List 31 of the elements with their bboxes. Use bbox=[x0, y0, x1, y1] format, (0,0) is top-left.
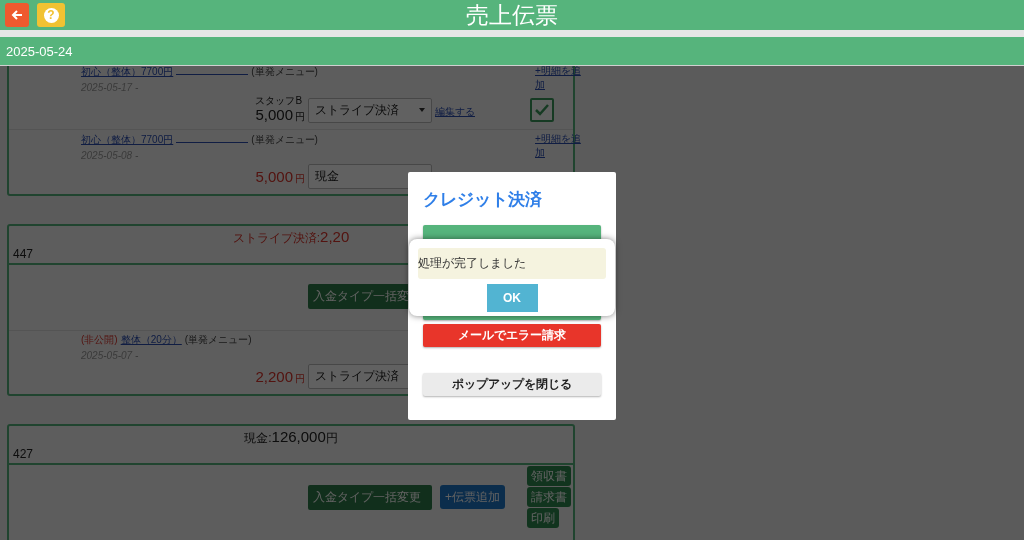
checkbox[interactable] bbox=[530, 98, 554, 122]
page-title: 売上伝票 bbox=[466, 0, 558, 30]
edit-link[interactable]: 編集する bbox=[435, 106, 475, 117]
dialog-title: クレジット決済 bbox=[423, 189, 543, 211]
price: 5,000 円 bbox=[255, 167, 305, 186]
help-button[interactable]: ? bbox=[37, 3, 65, 27]
payment-summary: ストライプ決済:2,20 bbox=[232, 228, 350, 247]
price: 5,000 円 bbox=[255, 106, 305, 124]
back-button[interactable] bbox=[5, 3, 29, 27]
payment-summary: 現金:126,000円 bbox=[244, 428, 338, 447]
menu-link[interactable]: 初心（整体）7700円 bbox=[81, 66, 174, 79]
payment-select[interactable]: ストライプ決済 bbox=[308, 97, 432, 123]
back-arrow-icon bbox=[11, 9, 23, 21]
caret-icon bbox=[419, 108, 425, 112]
dialog-button[interactable]: ポップアップを閉じる bbox=[423, 373, 601, 396]
date-text: 2025-05-24 bbox=[6, 43, 73, 59]
menu-link[interactable]: 初心（整体）7700円 bbox=[81, 133, 174, 147]
alert-message: 処理が完了しました bbox=[418, 248, 606, 279]
price: 2,200 円 bbox=[255, 367, 305, 386]
slip-number: 427 bbox=[13, 447, 34, 461]
document-button[interactable]: 領収書 bbox=[527, 466, 571, 486]
dialog-button[interactable]: メールでエラー請求 bbox=[423, 324, 601, 347]
menu-link[interactable]: 整体（20分） bbox=[120, 333, 182, 347]
private-label: (非公開) bbox=[81, 333, 118, 347]
document-button[interactable]: 印刷 bbox=[527, 508, 559, 528]
checkmark-icon bbox=[534, 103, 550, 117]
ok-button[interactable]: OK bbox=[486, 284, 538, 312]
slip-number: 447 bbox=[13, 247, 34, 261]
staff-label: スタッフB bbox=[255, 96, 303, 106]
document-button[interactable]: 請求書 bbox=[527, 487, 571, 507]
add-slip-button[interactable]: +伝票追加 bbox=[440, 485, 505, 509]
